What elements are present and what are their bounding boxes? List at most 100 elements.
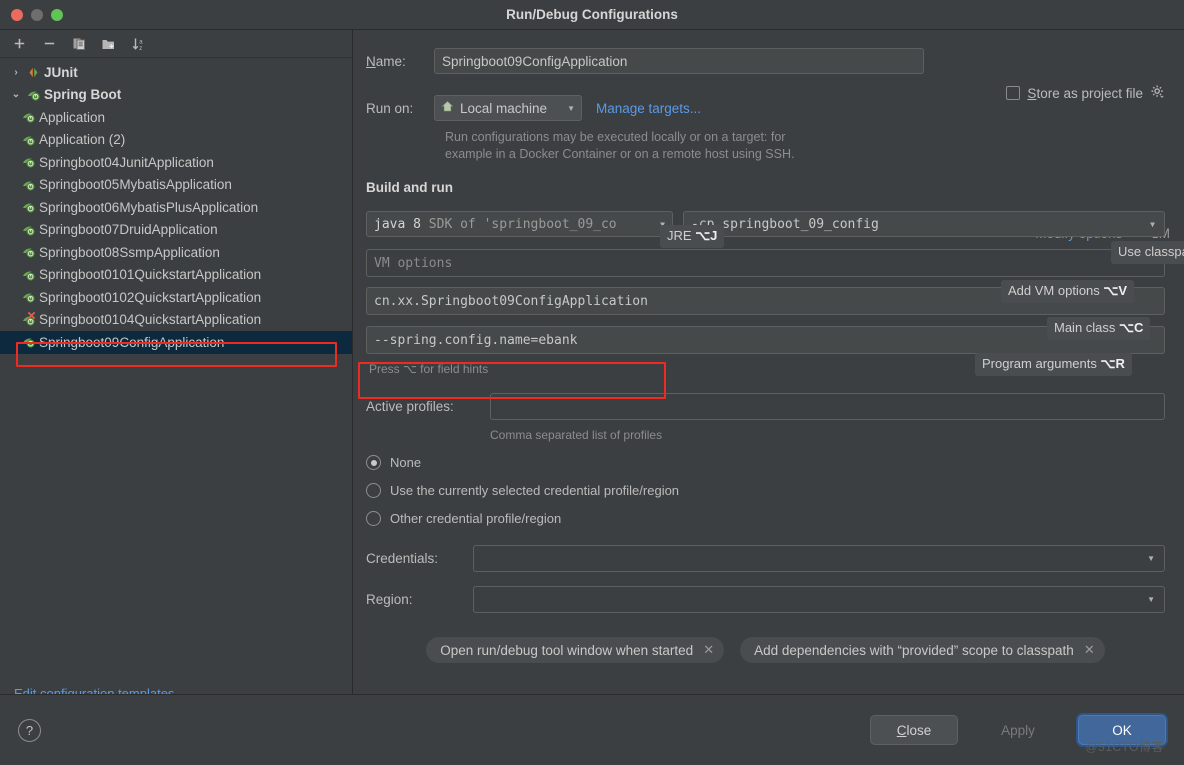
tree-item[interactable]: Springboot0104QuickstartApplication bbox=[0, 309, 352, 332]
radio-label: None bbox=[390, 455, 422, 470]
tree-children: Application Application (2) Springboot04… bbox=[0, 106, 352, 354]
radio-label: Other credential profile/region bbox=[390, 511, 562, 526]
program-arguments-input[interactable]: --spring.config.name=ebank bbox=[366, 326, 1165, 354]
hint-chip-shortcut: ⌥R bbox=[1100, 356, 1125, 371]
tree-item-label: Springboot0104QuickstartApplication bbox=[39, 312, 262, 328]
close-window-button[interactable] bbox=[11, 8, 23, 21]
tree-item[interactable]: Springboot05MybatisApplication bbox=[0, 174, 352, 197]
tree-item[interactable]: Springboot0101QuickstartApplication bbox=[0, 264, 352, 287]
name-input[interactable]: Springboot09ConfigApplication bbox=[434, 48, 924, 74]
svg-text:a: a bbox=[139, 39, 143, 45]
credential-radio-1[interactable]: Use the currently selected credential pr… bbox=[366, 483, 1165, 498]
chevron-down-icon[interactable]: ▼ bbox=[1147, 595, 1155, 604]
tree-item[interactable]: Springboot0102QuickstartApplication bbox=[0, 286, 352, 309]
hint-chip-label: Program arguments bbox=[982, 356, 1097, 371]
tree-item-label: Springboot0101QuickstartApplication bbox=[39, 267, 262, 283]
tree-item[interactable]: Springboot08SsmpApplication bbox=[0, 241, 352, 264]
spring-boot-icon bbox=[19, 334, 38, 350]
store-as-project-file-row[interactable]: Store as project file bbox=[1006, 84, 1165, 102]
credentials-dropdown[interactable]: ▼ bbox=[473, 545, 1165, 572]
vm-options-input[interactable]: VM options bbox=[366, 249, 1165, 277]
tree-group-spring-boot[interactable]: ⌄ Spring Boot bbox=[0, 84, 352, 107]
watermark: @51CTO博客 bbox=[1085, 740, 1164, 754]
hint-chip-shortcut: ⌥V bbox=[1103, 283, 1128, 298]
store-as-project-file-label: Store as project file bbox=[1027, 85, 1143, 101]
close-icon[interactable]: ✕ bbox=[703, 642, 714, 658]
chevron-right-icon[interactable]: › bbox=[8, 67, 24, 78]
credential-radio-2[interactable]: Other credential profile/region bbox=[366, 511, 1165, 526]
name-label: Name: bbox=[366, 53, 406, 69]
jre-dropdown[interactable]: java 8 SDK of 'springboot_09_co ▼ bbox=[366, 211, 673, 237]
dialog-body: a z › JUnit ⌄ Spring Boot Application Ap… bbox=[0, 30, 1184, 723]
hint-chip-label: Add VM options bbox=[1008, 283, 1100, 298]
option-tag-label: Add dependencies with “provided” scope t… bbox=[754, 642, 1074, 658]
apply-button[interactable]: Apply bbox=[974, 715, 1062, 745]
maximize-window-button[interactable] bbox=[51, 8, 63, 21]
new-folder-button[interactable] bbox=[96, 33, 122, 55]
tree-item-label: Springboot0102QuickstartApplication bbox=[39, 289, 262, 305]
tree-item[interactable]: Application bbox=[0, 106, 352, 129]
build-and-run-title: Build and run bbox=[366, 180, 453, 195]
manage-targets-link[interactable]: Manage targets... bbox=[596, 101, 701, 116]
spring-boot-icon bbox=[19, 267, 38, 283]
chevron-down-icon[interactable]: ▼ bbox=[1150, 220, 1155, 229]
gear-icon[interactable] bbox=[1150, 84, 1165, 102]
radio-indicator[interactable] bbox=[366, 511, 381, 526]
tree-item[interactable]: Springboot07DruidApplication bbox=[0, 219, 352, 242]
close-button[interactable]: Close bbox=[870, 715, 958, 745]
sort-alphabetically-icon: a z bbox=[132, 38, 143, 51]
spring-boot-icon bbox=[19, 177, 38, 193]
hint-chip-jre: JRE ⌥J bbox=[660, 225, 725, 248]
classpath-module-dropdown[interactable]: -cp springboot_09_config ▼ bbox=[683, 211, 1165, 237]
credentials-row: Credentials: ▼ bbox=[366, 545, 1165, 572]
tree-group-junit[interactable]: › JUnit bbox=[0, 61, 352, 84]
configuration-editor: Name: Springboot09ConfigApplication Stor… bbox=[353, 30, 1184, 723]
spring-boot-icon bbox=[19, 199, 38, 215]
remove-configuration-button[interactable] bbox=[36, 33, 62, 55]
region-dropdown[interactable]: ▼ bbox=[473, 586, 1165, 613]
store-as-project-file-checkbox[interactable] bbox=[1006, 86, 1021, 100]
credential-radio-0[interactable]: None bbox=[366, 455, 1165, 470]
tree-item-label: Springboot09ConfigApplication bbox=[39, 334, 225, 350]
radio-indicator[interactable] bbox=[366, 455, 381, 470]
spring-boot-icon bbox=[19, 244, 38, 260]
name-row: Name: Springboot09ConfigApplication bbox=[366, 48, 1165, 74]
run-on-label: Run on: bbox=[366, 100, 414, 116]
tree-item-label: Application (2) bbox=[39, 132, 126, 148]
active-profiles-input[interactable] bbox=[490, 393, 1165, 420]
close-icon[interactable]: ✕ bbox=[1084, 642, 1095, 658]
window-traffic-lights bbox=[0, 8, 63, 21]
tree-item-label: Springboot08SsmpApplication bbox=[39, 244, 220, 260]
tree-group-label: JUnit bbox=[44, 64, 78, 80]
run-on-hint: Run configurations may be executed local… bbox=[445, 129, 1165, 163]
sidebar-toolbar: a z bbox=[0, 30, 352, 58]
tree-item[interactable]: Application (2) bbox=[0, 129, 352, 152]
configurations-tree[interactable]: › JUnit ⌄ Spring Boot Application Applic… bbox=[0, 58, 352, 686]
tree-item-label: Springboot05MybatisApplication bbox=[39, 177, 232, 193]
spring-boot-icon bbox=[19, 154, 38, 170]
tree-item[interactable]: Springboot09ConfigApplication bbox=[0, 331, 352, 354]
minus-icon bbox=[44, 42, 54, 45]
tree-item[interactable]: Springboot04JunitApplication bbox=[0, 151, 352, 174]
active-profiles-hint: Comma separated list of profiles bbox=[490, 428, 663, 442]
option-tag[interactable]: Open run/debug tool window when started ✕ bbox=[426, 637, 725, 663]
tree-item-label: Springboot06MybatisPlusApplication bbox=[39, 199, 259, 215]
minimize-window-button[interactable] bbox=[31, 8, 43, 21]
junit-icon bbox=[24, 65, 43, 80]
spring-boot-icon bbox=[19, 222, 38, 238]
chevron-down-icon[interactable]: ⌄ bbox=[8, 89, 24, 100]
chevron-down-icon[interactable]: ▼ bbox=[1147, 554, 1155, 563]
tree-item[interactable]: Springboot06MybatisPlusApplication bbox=[0, 196, 352, 219]
option-tag[interactable]: Add dependencies with “provided” scope t… bbox=[740, 637, 1105, 663]
copy-configuration-button[interactable] bbox=[66, 33, 92, 55]
svg-text:z: z bbox=[139, 45, 142, 51]
chevron-down-icon[interactable]: ▼ bbox=[567, 104, 575, 113]
help-button[interactable]: ? bbox=[18, 718, 41, 742]
sort-alphabetically-button[interactable]: a z bbox=[126, 33, 152, 55]
radio-indicator[interactable] bbox=[366, 483, 381, 498]
hint-chip-label: Main class bbox=[1054, 320, 1116, 335]
hint-chip-program-arguments: Program arguments ⌥R bbox=[975, 353, 1132, 376]
region-row: Region: ▼ bbox=[366, 586, 1165, 613]
add-configuration-button[interactable] bbox=[6, 33, 32, 55]
run-on-dropdown[interactable]: Local machine ▼ bbox=[434, 95, 582, 121]
